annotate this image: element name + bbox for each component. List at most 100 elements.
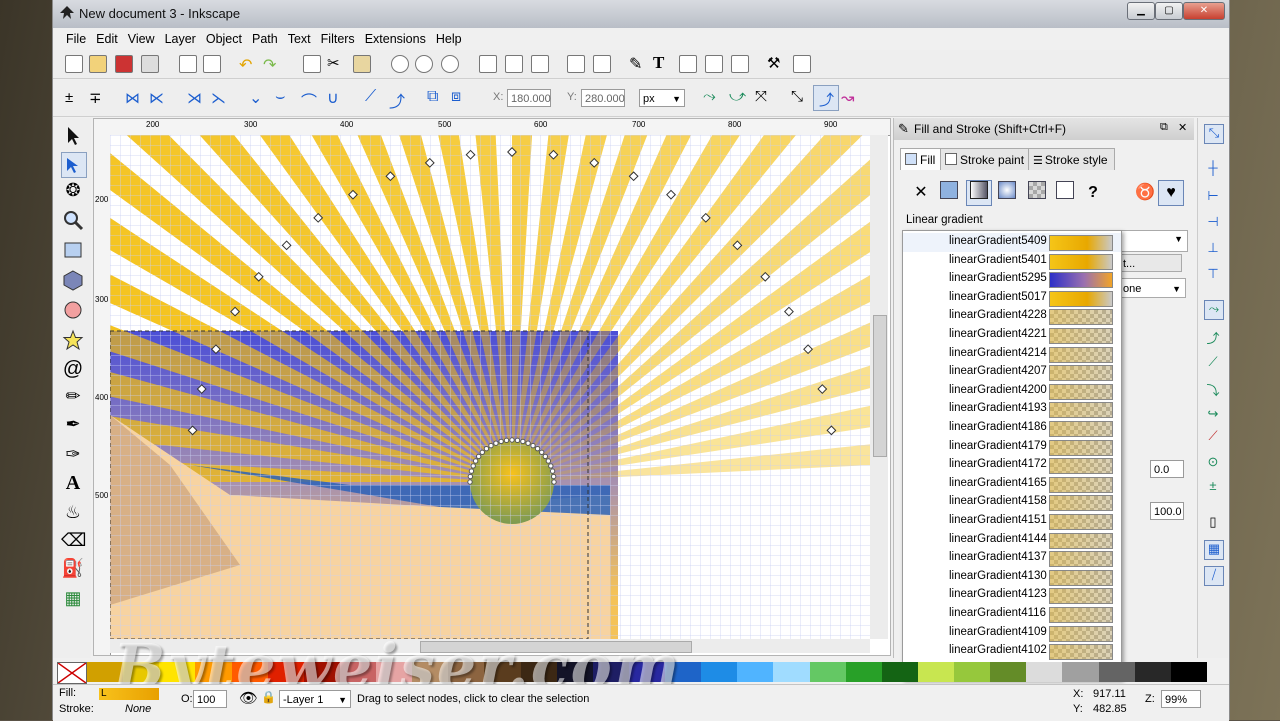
palette-swatch[interactable] <box>845 662 883 682</box>
palette-swatch[interactable] <box>809 662 847 682</box>
snap-smooth-nodes-icon[interactable]: ↪ <box>1204 406 1222 424</box>
import-icon[interactable] <box>179 55 197 73</box>
pencil-tool-icon[interactable]: ✏ <box>61 386 85 410</box>
sun-node[interactable] <box>530 442 536 449</box>
eye-icon[interactable]: 👁 <box>239 689 258 707</box>
object-to-path-icon[interactable]: ⧉ <box>427 88 445 106</box>
opacity-spin-field[interactable]: 100 <box>193 690 227 708</box>
calligraphy-tool-icon[interactable]: ✑ <box>61 444 85 468</box>
print-icon[interactable] <box>141 55 159 73</box>
sun-node[interactable] <box>548 463 554 469</box>
preferences-icon[interactable]: ⚒ <box>767 54 785 72</box>
enable-snapping-icon[interactable]: ⤡ <box>1204 124 1224 144</box>
zoom-drawing-icon[interactable] <box>415 55 433 73</box>
text-font-icon[interactable]: T <box>653 53 671 72</box>
sun-node[interactable] <box>514 437 521 444</box>
open-folder-icon[interactable] <box>89 55 107 73</box>
gradient-list-item[interactable]: linearGradient4158 <box>903 493 1121 512</box>
gradient-list-item[interactable]: linearGradient4172 <box>903 456 1121 475</box>
palette-swatch[interactable] <box>881 662 919 682</box>
gradient-list-item[interactable]: linearGradient5409 <box>903 233 1121 252</box>
y-coordinate-field[interactable]: 280.000 <box>581 89 625 107</box>
radial-gradient-button[interactable] <box>994 180 1020 206</box>
snap-object-centers-icon[interactable]: ⊙ <box>1204 454 1222 472</box>
snap-to-paths-icon[interactable]: ⤴ <box>1204 328 1222 346</box>
copy-icon[interactable] <box>303 55 321 73</box>
menu-file[interactable]: File <box>61 28 91 50</box>
sun-node[interactable] <box>467 479 473 485</box>
delete-node-icon[interactable]: ∓ <box>89 89 107 107</box>
bucket-fill-tool-icon[interactable]: ⛽ <box>61 558 85 582</box>
flat-color-button[interactable] <box>936 180 962 206</box>
snap-nodes-icon[interactable]: ⤳ <box>1204 300 1224 320</box>
cut-icon[interactable]: ✂ <box>327 54 345 72</box>
duplicate-icon[interactable] <box>479 55 497 73</box>
show-outline-icon[interactable]: ↝ <box>841 88 859 107</box>
gradient-list-item[interactable]: linearGradient4102 <box>903 642 1121 661</box>
palette-swatch[interactable] <box>701 662 738 682</box>
gradient-list-item[interactable]: linearGradient4137 <box>903 549 1121 568</box>
path-clip-icon[interactable]: ⤻ <box>729 88 747 106</box>
sun-node[interactable] <box>551 479 557 485</box>
vertical-scrollbar[interactable] <box>870 135 888 639</box>
snap-grid-icon[interactable]: ▦ <box>1204 540 1224 560</box>
no-color-swatch[interactable] <box>57 662 87 684</box>
swatch-button[interactable] <box>1052 180 1078 206</box>
snap-guides-icon[interactable]: ⧸ <box>1204 566 1224 586</box>
auto-smooth-node-icon[interactable]: ∪ <box>327 88 345 107</box>
gradient-list-item[interactable]: linearGradient4228 <box>903 307 1121 326</box>
clone-icon[interactable] <box>505 55 523 73</box>
gradient-list-item[interactable]: linearGradient4221 <box>903 326 1121 345</box>
sun-node[interactable] <box>468 468 475 474</box>
linear-gradient-button[interactable] <box>966 180 992 206</box>
snap-bbox-corner-icon[interactable]: ⊣ <box>1204 214 1222 232</box>
document-properties-icon[interactable] <box>793 55 811 73</box>
stroke-indicator-value[interactable]: None <box>125 703 151 715</box>
unlink-clone-icon[interactable] <box>531 55 549 73</box>
sun-node[interactable] <box>503 437 510 444</box>
horizontal-ruler[interactable]: 200 300 400 500 600 700 800 900 <box>94 119 890 136</box>
sun-node[interactable] <box>525 440 531 446</box>
blur-field[interactable]: 0.0 <box>1150 460 1184 478</box>
spiral-tool-icon[interactable]: @ <box>61 358 85 382</box>
snap-midpoints-icon[interactable]: ⟋ <box>1204 428 1222 446</box>
fill-stroke-icon[interactable]: ✎ <box>629 54 647 73</box>
paste-icon[interactable] <box>353 55 371 73</box>
xml-editor-icon[interactable] <box>679 55 697 73</box>
palette-swatch[interactable] <box>1098 662 1136 682</box>
minimize-button[interactable]: ▁ <box>1127 2 1155 20</box>
snap-bbox-icon[interactable]: ┼ <box>1204 160 1222 178</box>
save-icon[interactable] <box>115 55 133 73</box>
gradient-select-behind[interactable]: ▼ <box>1118 230 1188 252</box>
snap-bbox-edge-icon[interactable]: ⊢ <box>1204 188 1222 206</box>
sun-node[interactable] <box>470 463 476 469</box>
maximize-button[interactable]: ▢ <box>1155 2 1183 20</box>
sun-node[interactable] <box>483 445 490 452</box>
edit-gradient-button[interactable]: t... <box>1118 254 1182 272</box>
smooth-node-icon[interactable]: ⌣ <box>275 88 293 106</box>
sun-node[interactable] <box>498 438 504 445</box>
segment-line-icon[interactable]: ⟋ <box>365 88 383 106</box>
menu-edit[interactable]: Edit <box>91 28 123 50</box>
palette-swatch[interactable] <box>1062 662 1100 682</box>
symmetric-node-icon[interactable]: ⌒ <box>301 88 319 111</box>
vertical-scroll-thumb[interactable] <box>873 315 887 457</box>
gradient-list-item[interactable]: linearGradient4207 <box>903 363 1121 382</box>
palette-swatch[interactable] <box>773 662 811 682</box>
align-distribute-icon[interactable] <box>731 55 749 73</box>
gradient-list-item[interactable]: linearGradient4186 <box>903 419 1121 438</box>
new-document-icon[interactable] <box>65 55 83 73</box>
unit-select[interactable]: px ▼ <box>639 89 685 107</box>
sun-node[interactable] <box>545 458 552 464</box>
gradient-tool-icon[interactable]: ▦ <box>61 588 85 612</box>
gradient-list-item[interactable]: linearGradient4193 <box>903 400 1121 419</box>
snap-bbox-midpoint-icon[interactable]: ⊥ <box>1204 240 1222 258</box>
close-button[interactable]: ✕ <box>1183 2 1225 20</box>
tab-fill[interactable]: Fill <box>900 148 943 170</box>
sun-node[interactable] <box>520 438 526 445</box>
sun-node[interactable] <box>509 437 515 443</box>
menu-extensions[interactable]: Extensions <box>360 28 431 50</box>
ellipse-tool-icon[interactable] <box>61 298 85 322</box>
delete-segment-icon[interactable]: ⋋ <box>211 89 229 107</box>
show-handles-toggle[interactable]: ⤴ <box>813 85 839 111</box>
